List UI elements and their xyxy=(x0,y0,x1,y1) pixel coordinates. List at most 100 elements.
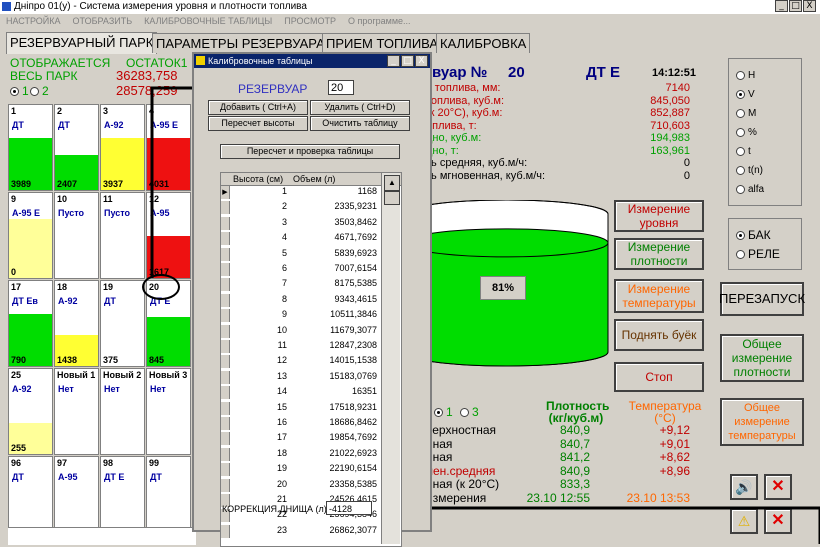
table-row[interactable]: 19 22190,6154 xyxy=(221,463,381,477)
cell-volume: 16351 xyxy=(351,386,377,397)
cell-height: 5 xyxy=(281,247,287,258)
table-row[interactable]: 12 14015,1538 xyxy=(221,355,381,369)
cell-volume: 1168 xyxy=(357,186,377,196)
col-volume-header: Объем (л) xyxy=(293,174,336,184)
row-marker xyxy=(221,355,230,369)
row-marker xyxy=(221,432,230,446)
table-row[interactable]: 16 18686,8462 xyxy=(221,417,381,430)
row-marker xyxy=(221,216,230,230)
row-marker xyxy=(221,278,230,292)
scroll-up-icon[interactable]: ▲ xyxy=(384,175,400,191)
cell-height: 13 xyxy=(276,370,287,381)
row-marker xyxy=(221,201,230,215)
reservoir-input[interactable]: 20 xyxy=(328,80,354,95)
table-row[interactable]: 23 26862,3077 xyxy=(221,524,381,538)
table-row[interactable]: 7 8175,5385 xyxy=(221,278,381,292)
cell-volume: 23358,5385 xyxy=(329,478,377,489)
table-row[interactable]: 18 21022,6923 xyxy=(221,447,381,461)
cell-height: 7 xyxy=(281,278,287,289)
cell-height: 18 xyxy=(276,447,287,458)
dialog-maximize-button[interactable]: □ xyxy=(401,55,414,67)
row-marker xyxy=(221,463,230,477)
cell-volume: 5839,6923 xyxy=(334,247,377,258)
bottom-correction-label: КОРРЕКЦИЯ ДНИЩА (л) xyxy=(222,504,327,514)
add-row-button[interactable]: Добавить ( Ctrl+A) xyxy=(208,100,308,115)
cell-volume: 14015,1538 xyxy=(329,355,377,366)
table-row[interactable]: 2 2335,9231 xyxy=(221,201,381,215)
cell-volume: 11679,3077 xyxy=(330,324,377,335)
cell-height: 14 xyxy=(276,386,287,397)
table-row[interactable]: 15 17518,9231 xyxy=(221,401,381,415)
recalc-heights-button[interactable]: Пересчет высоты xyxy=(208,116,308,131)
cell-height: 11 xyxy=(277,340,287,350)
table-row[interactable]: 5 5839,6923 xyxy=(221,247,381,261)
recalc-check-button[interactable]: Пересчет и проверка таблицы xyxy=(220,144,400,159)
row-marker xyxy=(221,247,230,261)
cell-volume: 26862,3077 xyxy=(329,524,377,535)
table-header: Высота (см) Объем (л) xyxy=(221,173,401,186)
clear-table-button[interactable]: Очистить таблицу xyxy=(310,116,410,131)
table-scrollbar[interactable]: ▲ xyxy=(381,173,400,544)
cell-height: 2 xyxy=(281,201,287,212)
cell-volume: 7007,6154 xyxy=(334,263,377,273)
table-row[interactable]: ▶ 1 1168 xyxy=(221,186,381,199)
cell-height: 17 xyxy=(276,432,287,443)
cell-volume: 9343,4615 xyxy=(334,293,377,304)
table-row[interactable]: 11 12847,2308 xyxy=(221,340,381,353)
cell-volume: 3503,8462 xyxy=(334,216,377,227)
row-marker xyxy=(221,417,230,430)
cell-height: 3 xyxy=(281,216,287,227)
table-row[interactable]: 3 3503,8462 xyxy=(221,216,381,230)
arrow-to-correction xyxy=(380,506,820,544)
cell-height: 23 xyxy=(276,524,287,535)
table-row[interactable]: 13 15183,0769 xyxy=(221,370,381,384)
cell-volume: 17518,9231 xyxy=(329,401,377,412)
row-marker: ▶ xyxy=(221,186,230,199)
cell-height: 1 xyxy=(281,186,287,196)
row-marker xyxy=(221,324,230,338)
table-row[interactable]: 10 11679,3077 xyxy=(221,324,381,338)
table-row[interactable]: 17 19854,7692 xyxy=(221,432,381,446)
row-marker xyxy=(221,401,230,415)
cell-height: 6 xyxy=(281,263,287,273)
cell-volume: 10511,3846 xyxy=(330,309,377,320)
cell-height: 10 xyxy=(276,324,287,335)
cell-height: 20 xyxy=(276,478,287,489)
scroll-thumb[interactable] xyxy=(384,191,400,205)
row-marker xyxy=(221,293,230,307)
calibration-table[interactable]: Высота (см) Объем (л) ▶ 1 1168 2 2335,92… xyxy=(220,172,402,547)
table-row[interactable]: 8 9343,4615 xyxy=(221,293,381,307)
reservoir-label: РЕЗЕРВУАР xyxy=(238,82,308,96)
calibration-dialog: Калибровочные таблицы _ □ X РЕЗЕРВУАР 20… xyxy=(192,52,432,547)
dialog-titlebar: Калибровочные таблицы _ □ X xyxy=(194,54,430,68)
row-marker xyxy=(221,447,230,461)
cell-height: 9 xyxy=(281,309,287,320)
cell-height: 8 xyxy=(281,293,287,304)
table-row[interactable]: 14 16351 xyxy=(221,386,381,400)
row-marker xyxy=(221,478,230,492)
cell-volume: 21022,6923 xyxy=(329,447,377,458)
cell-height: 15 xyxy=(276,401,287,412)
col-height-header: Высота (см) xyxy=(233,174,284,184)
cell-height: 19 xyxy=(276,463,287,474)
cell-volume: 2335,9231 xyxy=(334,201,377,212)
table-row[interactable]: 4 4671,7692 xyxy=(221,232,381,246)
table-row[interactable]: 20 23358,5385 xyxy=(221,478,381,492)
cell-volume: 19854,7692 xyxy=(329,432,377,443)
cell-volume: 12847,2308 xyxy=(329,340,377,350)
row-marker xyxy=(221,370,230,384)
cell-height: 16 xyxy=(276,417,287,427)
row-marker xyxy=(221,263,230,276)
dialog-close-button[interactable]: X xyxy=(415,55,428,67)
cell-height: 4 xyxy=(281,232,287,243)
table-row[interactable]: 6 7007,6154 xyxy=(221,263,381,276)
bottom-correction-input[interactable]: -4128 xyxy=(326,501,372,515)
cell-height: 21 xyxy=(276,494,287,504)
cell-volume: 15183,0769 xyxy=(329,370,377,381)
delete-row-button[interactable]: Удалить ( Ctrl+D) xyxy=(310,100,410,115)
dialog-minimize-button[interactable]: _ xyxy=(387,55,400,67)
cell-volume: 18686,8462 xyxy=(329,417,377,427)
table-row[interactable]: 9 10511,3846 xyxy=(221,309,381,323)
row-marker xyxy=(221,309,230,323)
row-marker xyxy=(221,340,230,353)
